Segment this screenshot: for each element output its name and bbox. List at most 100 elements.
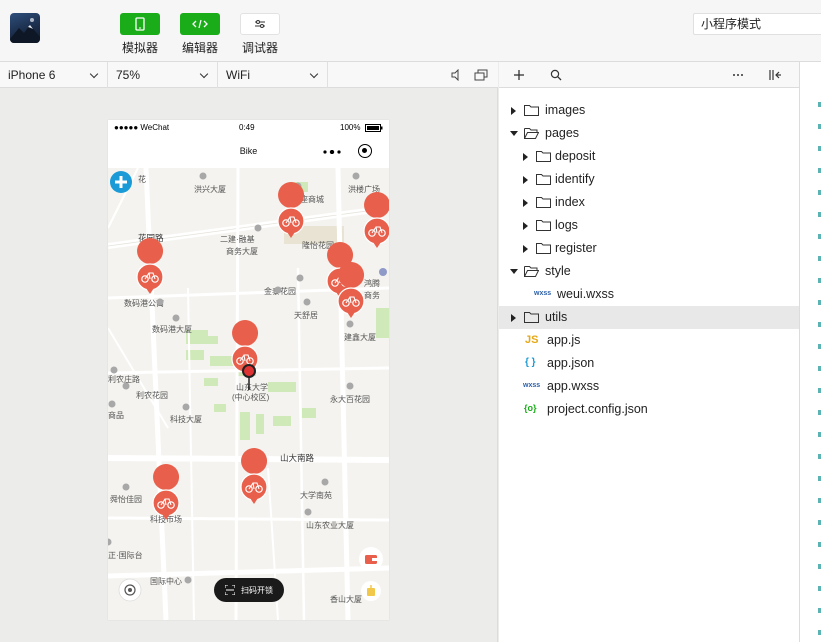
bike-pin[interactable]	[240, 447, 268, 505]
tree-file-app-wxss[interactable]: wxss app.wxss	[499, 375, 799, 398]
bike-pins	[136, 181, 389, 521]
project-avatar[interactable]	[10, 13, 40, 43]
scan-unlock-label: 扫码开锁	[241, 585, 273, 595]
folder-open-icon	[524, 266, 539, 277]
tree-item-label: identify	[555, 172, 595, 186]
editor-label: 编辑器	[181, 41, 218, 55]
tree-item-label: app.js	[547, 333, 581, 347]
chevron-right-icon	[523, 245, 528, 253]
simulator-bar: iPhone 6 75% WiFi	[0, 62, 498, 88]
code-editor-edge[interactable]	[799, 62, 821, 642]
json-file-icon: { }	[525, 357, 536, 368]
tree-item-label: style	[545, 264, 571, 278]
tree-folder-deposit[interactable]: deposit	[499, 145, 799, 168]
sliders-icon[interactable]	[240, 13, 280, 35]
bike-pin[interactable]	[152, 463, 180, 521]
simulator-label: 模拟器	[121, 41, 158, 55]
tree-item-label: register	[555, 241, 597, 255]
code-icon[interactable]	[180, 13, 220, 35]
folder-open-icon	[524, 128, 539, 139]
simulator-panel: ●●●●● WeChat 0:49 100% Bike 花 洪兴大厦 银座商城 …	[0, 88, 498, 642]
folder-icon	[536, 151, 551, 162]
battery-text: 100%	[340, 123, 361, 132]
file-tree-toolbar	[499, 62, 799, 88]
tree-folder-register[interactable]: register	[499, 237, 799, 260]
simulator-toggle[interactable]: 模拟器	[120, 13, 160, 56]
bike-pin[interactable]	[136, 237, 164, 295]
bike-pin[interactable]	[277, 181, 305, 239]
debugger-label: 调试器	[241, 41, 278, 55]
network-value: WiFi	[226, 68, 250, 82]
folder-icon	[536, 220, 551, 231]
bike-pin[interactable]	[363, 191, 389, 249]
status-time: 0:49	[239, 123, 255, 132]
scan-unlock-button[interactable]: 扫码开锁	[214, 578, 284, 602]
phone-screen[interactable]: ●●●●● WeChat 0:49 100% Bike 花 洪兴大厦 银座商城 …	[108, 120, 389, 620]
chevron-down-icon	[309, 69, 319, 79]
tree-item-label: images	[545, 103, 586, 117]
tree-item-label: index	[555, 195, 585, 209]
chevron-down-icon	[89, 69, 99, 79]
phone-status-bar: ●●●●● WeChat 0:49 100%	[108, 120, 389, 136]
chevron-right-icon	[523, 222, 528, 230]
tree-item-label: app.json	[547, 356, 595, 370]
collapse-panel-icon[interactable]	[767, 67, 783, 83]
tree-item-label: utils	[545, 310, 568, 324]
tree-folder-identify[interactable]: identify	[499, 168, 799, 191]
phone-nav-bar: Bike	[108, 136, 389, 168]
zoom-select[interactable]: 75%	[108, 62, 218, 88]
folder-icon	[524, 105, 539, 116]
locate-icon[interactable]	[118, 578, 142, 602]
chevron-down-icon	[510, 269, 518, 274]
editor-toggle[interactable]: 编辑器	[180, 13, 220, 56]
wxss-file-icon: wxss	[523, 382, 541, 389]
config-file-icon: {o}	[524, 403, 537, 413]
more-icon[interactable]	[323, 150, 341, 154]
detach-window-icon[interactable]	[473, 67, 489, 83]
more-icon[interactable]	[730, 67, 746, 83]
chevron-right-icon	[511, 314, 516, 322]
tree-file-app-js[interactable]: JS app.js	[499, 329, 799, 352]
folder-icon	[524, 312, 539, 323]
file-tree: images pages deposit identify index logs…	[499, 88, 799, 642]
tree-folder-logs[interactable]: logs	[499, 214, 799, 237]
chevron-right-icon	[511, 107, 516, 115]
tree-file-weui-wxss[interactable]: wxss weui.wxss	[499, 283, 799, 306]
folder-icon	[536, 197, 551, 208]
tree-item-label: app.wxss	[547, 379, 600, 393]
tree-folder-images[interactable]: images	[499, 99, 799, 122]
add-icon[interactable]	[511, 67, 527, 83]
warning-icon[interactable]	[360, 580, 382, 602]
tree-item-label: project.config.json	[547, 402, 648, 416]
wxss-file-icon: wxss	[534, 290, 552, 297]
tree-item-label: logs	[555, 218, 578, 232]
device-select[interactable]: iPhone 6	[0, 62, 108, 88]
tree-folder-index[interactable]: index	[499, 191, 799, 214]
folder-icon	[536, 174, 551, 185]
js-file-icon: JS	[525, 334, 539, 346]
folder-icon	[536, 243, 551, 254]
nav-title: Bike	[239, 146, 258, 156]
debugger-toggle[interactable]: 调试器	[240, 13, 280, 56]
tree-folder-pages[interactable]: pages	[499, 122, 799, 145]
battery-icon	[365, 124, 383, 132]
carrier-text: ●●●●● WeChat	[114, 123, 170, 132]
mode-select[interactable]: 小程序模式	[693, 13, 821, 35]
volume-icon[interactable]	[448, 67, 464, 83]
tree-item-label: pages	[545, 126, 580, 140]
tree-file-app-json[interactable]: { } app.json	[499, 352, 799, 375]
network-select[interactable]: WiFi	[218, 62, 328, 88]
phone-icon[interactable]	[120, 13, 160, 35]
search-icon[interactable]	[548, 67, 564, 83]
close-miniprogram-icon[interactable]	[358, 144, 372, 158]
chevron-down-icon	[510, 131, 518, 136]
tree-folder-utils[interactable]: utils	[499, 306, 799, 329]
tree-folder-style[interactable]: style	[499, 260, 799, 283]
wallet-icon[interactable]	[358, 546, 384, 572]
chevron-down-icon	[199, 69, 209, 79]
chevron-right-icon	[523, 153, 528, 161]
line-gutter	[818, 102, 821, 635]
add-location-icon[interactable]	[109, 170, 133, 194]
bike-map[interactable]: 花 洪兴大厦 银座商城 洪楼广场 花园路 二建·融基 商务大厦 隆怡花园 金泰花…	[108, 168, 389, 620]
tree-file-project-config[interactable]: {o} project.config.json	[499, 398, 799, 421]
